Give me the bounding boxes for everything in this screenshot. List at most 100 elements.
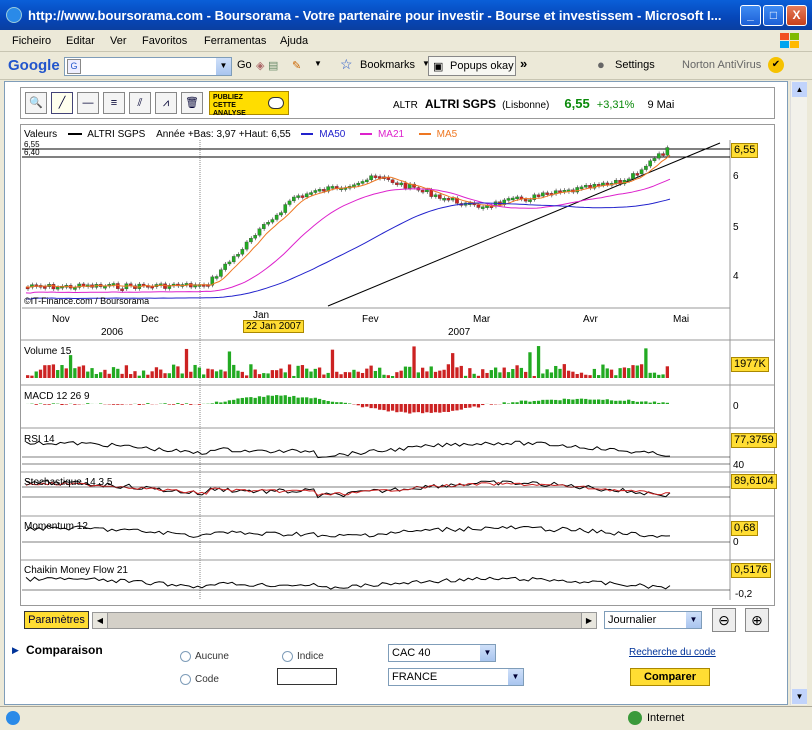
scroll-right-icon[interactable]: ▶	[581, 613, 596, 628]
volume-bar	[73, 368, 77, 378]
volume-bar	[34, 371, 38, 378]
macd-bar	[627, 399, 631, 404]
volume-bar	[64, 368, 68, 378]
macd-bar	[326, 401, 330, 404]
volume-bar	[146, 374, 150, 378]
volume-bar	[519, 367, 524, 378]
macd-bar	[111, 404, 116, 405]
parametres-button[interactable]: Paramètres	[24, 611, 89, 629]
radio-aucune[interactable]: Aucune	[180, 650, 229, 662]
volume-bar	[339, 374, 343, 378]
macd-bar	[528, 401, 532, 404]
volume-bar	[588, 375, 592, 378]
legend-values: Valeurs	[24, 129, 58, 140]
candle	[236, 254, 240, 257]
volume-bar	[356, 371, 360, 378]
radio-indice[interactable]: Indice	[282, 650, 324, 662]
radio-aucune-circle[interactable]	[180, 650, 191, 662]
volume-bar	[214, 371, 219, 378]
candle	[541, 192, 545, 197]
macd-bar	[116, 404, 120, 405]
volume-bar	[442, 369, 446, 378]
volume-bar	[352, 369, 356, 378]
volume-bar	[279, 368, 283, 378]
macd-bar	[365, 404, 369, 407]
code-input[interactable]	[277, 668, 337, 685]
radio-aucune-label: Aucune	[195, 651, 229, 662]
globe-icon	[628, 711, 642, 725]
volume-bar	[189, 371, 193, 378]
scroll-left-icon[interactable]: ◀	[93, 613, 108, 628]
candle	[309, 192, 313, 195]
macd-bar	[425, 404, 429, 413]
volume-bar	[94, 373, 98, 378]
period-chevron-icon[interactable]: ▼	[686, 612, 701, 628]
macd-bar	[468, 404, 472, 408]
legend-range: Année +Bas: 3,97 +Haut: 6,55	[156, 129, 291, 140]
country-chevron-icon[interactable]: ▼	[508, 669, 523, 685]
macd-bar	[232, 399, 236, 404]
volume-bar	[515, 365, 519, 378]
macd-bar	[249, 397, 253, 404]
volume-bar	[206, 368, 210, 378]
period-select[interactable]: Journalier ▼	[604, 611, 702, 629]
volume-bar	[365, 368, 369, 378]
macd-bar	[296, 397, 300, 404]
zoom-in-icon[interactable]: ⊕	[745, 608, 769, 632]
candle	[369, 175, 373, 181]
macd-bar	[579, 398, 584, 404]
volume-bar	[244, 375, 249, 378]
zoom-out-icon[interactable]: ⊖	[712, 608, 736, 632]
volume-bar	[481, 369, 485, 378]
search-code-link[interactable]: Recherche du code	[629, 647, 716, 658]
volume-bar	[498, 372, 502, 378]
month-mar: Mar	[473, 314, 491, 325]
momentum-line	[25, 524, 671, 538]
volume-bar	[283, 372, 287, 378]
volume-bar	[77, 366, 81, 378]
macd-bar	[472, 404, 476, 407]
volume-bar	[403, 366, 408, 378]
volume-bar	[202, 374, 206, 378]
volume-bar	[326, 372, 330, 378]
volume-bar	[107, 373, 111, 378]
macd-bar	[519, 400, 524, 404]
volume-bar	[300, 365, 305, 378]
country-select[interactable]: FRANCE ▼	[388, 668, 524, 686]
macd-bar	[219, 402, 223, 404]
volume-bar	[390, 375, 395, 378]
index-select[interactable]: CAC 40 ▼	[388, 644, 496, 662]
horizontal-scrollbar[interactable]: ◀ ▶	[92, 612, 597, 629]
volume-bar	[502, 367, 506, 378]
volume-bar	[262, 373, 266, 378]
volume-bar	[154, 367, 159, 378]
radio-code-circle[interactable]	[180, 673, 191, 685]
volume-bar	[665, 366, 669, 378]
candle	[373, 175, 378, 178]
page-icon	[6, 711, 20, 725]
volume-bar	[296, 365, 300, 378]
index-chevron-icon[interactable]: ▼	[480, 645, 495, 661]
candle	[219, 269, 223, 277]
volume-bar	[51, 364, 56, 378]
volume-bar	[408, 366, 412, 378]
volume-bar	[554, 365, 558, 378]
candle	[365, 179, 369, 183]
macd-bar	[189, 404, 193, 405]
compare-button[interactable]: Comparer	[630, 668, 710, 686]
macd-bar	[661, 402, 665, 404]
candle	[223, 263, 227, 270]
candle	[120, 288, 124, 291]
candle	[656, 153, 661, 159]
volume-bar	[159, 369, 163, 378]
volume-bar	[429, 366, 433, 378]
expand-arrow-icon[interactable]: ▶	[12, 645, 19, 656]
radio-indice-circle[interactable]	[282, 650, 293, 662]
candle	[214, 276, 219, 279]
macd-bar	[562, 398, 566, 404]
volume-bar	[141, 370, 146, 378]
radio-code-label: Code	[195, 674, 219, 685]
radio-code[interactable]: Code	[180, 673, 219, 685]
candle	[420, 190, 425, 193]
macd-bar	[657, 402, 661, 404]
